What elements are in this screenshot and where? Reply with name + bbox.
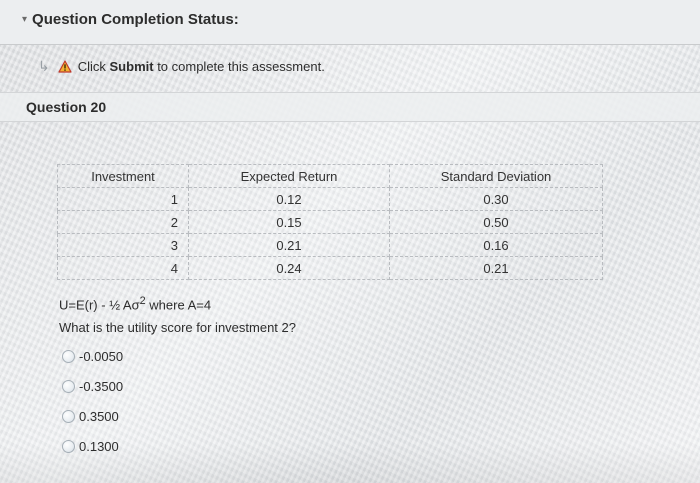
question-prompt: What is the utility score for investment… xyxy=(59,320,296,335)
table-cell: 0.15 xyxy=(188,210,390,234)
radio-button[interactable] xyxy=(62,409,75,423)
submit-keyword: Submit xyxy=(109,59,154,74)
answer-label: 0.1300 xyxy=(79,438,119,454)
table-row: 2 0.15 0.50 xyxy=(57,210,603,234)
table-header: Standard Deviation xyxy=(389,164,603,188)
message-prefix: Click xyxy=(77,59,110,74)
answer-label: 0.3500 xyxy=(79,408,119,424)
radio-button[interactable] xyxy=(62,439,75,453)
table-cell: 0.24 xyxy=(188,256,390,280)
radio-button[interactable] xyxy=(62,379,75,393)
answer-label: -0.0050 xyxy=(79,348,124,364)
answer-option[interactable]: -0.3500 xyxy=(62,376,123,396)
question-title: Question 20 xyxy=(26,99,107,115)
table-cell: 0.21 xyxy=(188,233,390,257)
table-header: Expected Return xyxy=(188,164,390,188)
table-header-row: Investment Expected Return Standard Devi… xyxy=(57,164,603,188)
table-cell: 3 xyxy=(57,233,189,257)
arrow-icon: ↳ xyxy=(38,58,50,74)
message-suffix: to complete this assessment. xyxy=(153,59,325,74)
formula-main: U=E(r) - ½ Aσ xyxy=(59,297,140,313)
table-row: 1 0.12 0.30 xyxy=(57,187,603,211)
formula-where: where A=4 xyxy=(145,297,212,313)
warning-icon xyxy=(58,60,72,73)
table-cell: 2 xyxy=(57,210,189,234)
table-cell: 0.16 xyxy=(389,233,603,257)
table-cell: 4 xyxy=(57,256,189,280)
chevron-down-icon[interactable]: ▾ xyxy=(22,14,27,25)
investment-table: Investment Expected Return Standard Devi… xyxy=(57,164,603,280)
completion-status-title: Question Completion Status: xyxy=(32,11,239,28)
answer-option[interactable]: -0.0050 xyxy=(62,346,123,366)
completion-status-bar: ▾ Question Completion Status: xyxy=(0,0,700,45)
table-cell: 0.12 xyxy=(188,187,390,211)
table-header: Investment xyxy=(57,164,189,188)
submit-message: ↳ Click Submit to complete this assessme… xyxy=(38,58,325,75)
table-cell: 1 xyxy=(57,187,189,211)
table-row: 4 0.24 0.21 xyxy=(57,256,603,280)
table-cell: 0.50 xyxy=(389,210,603,234)
table-row: 3 0.21 0.16 xyxy=(57,233,603,257)
table-cell: 0.30 xyxy=(389,187,603,211)
answer-label: -0.3500 xyxy=(79,378,124,394)
answer-option[interactable]: 0.1300 xyxy=(62,436,123,456)
answer-options: -0.0050 -0.3500 0.3500 0.1300 xyxy=(62,346,123,466)
question-header: Question 20 xyxy=(0,92,700,122)
utility-formula: U=E(r) - ½ Aσ2 where A=4 xyxy=(59,295,211,312)
radio-button[interactable] xyxy=(62,349,75,363)
answer-option[interactable]: 0.3500 xyxy=(62,406,123,426)
completion-status-toggle[interactable]: ▾ Question Completion Status: xyxy=(22,11,239,28)
message-text: Click Submit to complete this assessment… xyxy=(78,59,325,74)
table-cell: 0.21 xyxy=(389,256,603,280)
